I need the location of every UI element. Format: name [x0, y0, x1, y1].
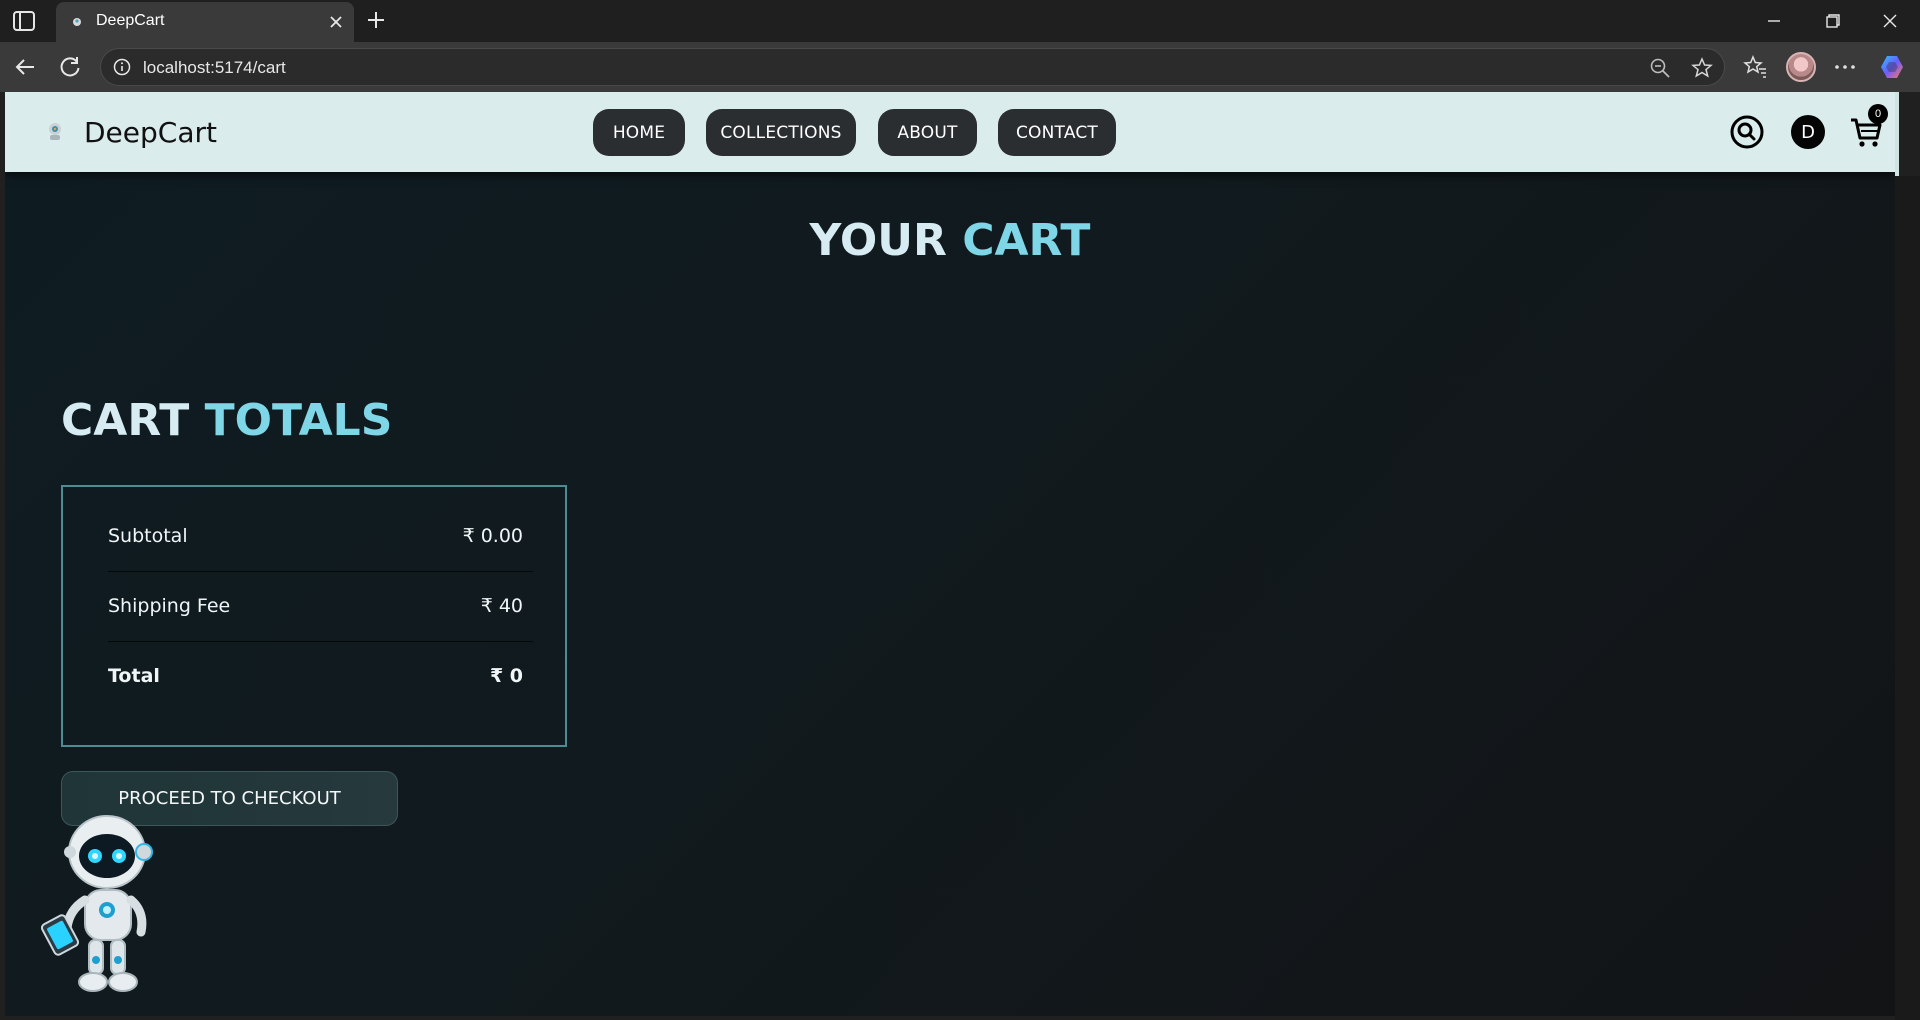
window-close-icon[interactable]: [1870, 8, 1910, 34]
nav-contact[interactable]: CONTACT: [998, 109, 1116, 156]
cart-totals-box: Subtotal ₹ 0.00 Shipping Fee ₹ 40 Total …: [61, 485, 567, 747]
copilot-icon[interactable]: [1878, 53, 1906, 81]
nav-about[interactable]: ABOUT: [878, 109, 977, 156]
brand-name[interactable]: DeepCart: [84, 116, 217, 149]
reload-icon[interactable]: [57, 54, 83, 80]
restore-icon[interactable]: [1812, 8, 1852, 34]
back-icon[interactable]: [12, 54, 38, 80]
search-icon[interactable]: [1729, 114, 1765, 150]
browser-tab[interactable]: DeepCart: [56, 2, 354, 42]
tab-title: DeepCart: [96, 12, 165, 29]
url-text[interactable]: localhost:5174/cart: [143, 58, 286, 78]
page-title: YOUR CART: [5, 215, 1895, 266]
address-bar[interactable]: localhost:5174/cart: [100, 48, 1725, 86]
plus-icon[interactable]: [364, 8, 388, 32]
favorites-icon[interactable]: [1742, 54, 1768, 80]
logo-icon[interactable]: [43, 119, 67, 143]
star-icon[interactable]: [1691, 57, 1713, 79]
nav-home[interactable]: HOME: [593, 109, 685, 156]
robot-assistant-icon[interactable]: [41, 810, 161, 1000]
cart-totals-heading: CART TOTALS: [61, 395, 392, 446]
page-viewport: DeepCart HOME COLLECTIONS ABOUT CONTACT …: [5, 92, 1895, 1016]
subtotal-row: Subtotal ₹ 0.00: [108, 502, 533, 572]
shipping-row: Shipping Fee ₹ 40: [108, 572, 533, 642]
user-avatar[interactable]: D: [1791, 115, 1825, 149]
total-value: ₹ 0: [489, 665, 523, 687]
shipping-value: ₹ 40: [480, 595, 523, 617]
favicon: [73, 18, 81, 26]
scrollbar-track[interactable]: [1895, 176, 1920, 1020]
zoom-out-icon[interactable]: [1649, 57, 1671, 79]
cart-totals-part1: CART: [61, 395, 190, 446]
subtotal-value: ₹ 0.00: [462, 525, 523, 547]
close-icon[interactable]: [326, 12, 346, 32]
browser-toolbar: localhost:5174/cart: [0, 42, 1920, 92]
browser-tabstrip: DeepCart: [0, 0, 1920, 42]
nav-collections[interactable]: COLLECTIONS: [706, 109, 856, 156]
info-icon[interactable]: [113, 58, 131, 76]
total-label: Total: [108, 665, 160, 687]
sidebar-icon[interactable]: [12, 10, 36, 32]
page-title-part2: CART: [962, 215, 1091, 266]
shipping-label: Shipping Fee: [108, 595, 231, 617]
minimize-icon[interactable]: [1754, 8, 1794, 34]
subtotal-label: Subtotal: [108, 525, 188, 547]
cart-totals-part2: TOTALS: [204, 395, 393, 446]
cart-count-badge: 0: [1868, 104, 1888, 124]
more-icon[interactable]: [1832, 54, 1858, 80]
scrollbar-top: [1895, 92, 1899, 176]
site-header: DeepCart HOME COLLECTIONS ABOUT CONTACT …: [5, 92, 1895, 172]
profile-avatar[interactable]: [1786, 52, 1816, 82]
total-row: Total ₹ 0: [108, 642, 533, 712]
page-title-part1: YOUR: [809, 215, 947, 266]
